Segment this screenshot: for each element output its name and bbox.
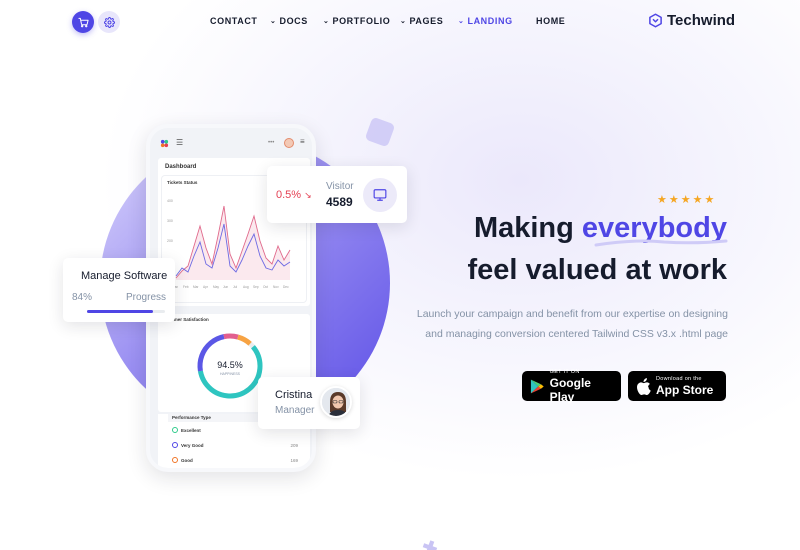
google-play-icon [530,379,544,393]
x-tick: Sep [253,285,259,289]
cart-button[interactable] [72,11,94,33]
dashboard-title: Dashboard [165,164,197,170]
nav-item-contact[interactable]: CONTACT [210,16,258,26]
visitor-change: 0.5% ↘ [276,189,312,201]
brand-name: Techwind [667,12,736,29]
person-name: Cristina [275,389,313,401]
phone-header: ☰ ••• ≡ [158,137,308,151]
menu-icon: ≡ [300,137,305,146]
x-tick: Jul [233,285,237,289]
rating-stars: ★ ★ ★ ★ ★ [657,193,714,206]
progress-bar [87,310,165,313]
app-logo-icon [160,139,169,148]
x-tick: Feb [183,285,189,289]
hero-description: Launch your campaign and benefit from ou… [416,308,728,340]
x-tick: Mar [193,285,199,289]
notification-icon: ••• [268,140,275,146]
chevron-down-icon: ⌄ [458,18,465,25]
hamburger-icon: ☰ [176,138,184,147]
visitor-label: Visitor [326,181,354,192]
person-card: Cristina Manager [258,377,360,429]
progress-label: Progress [125,292,166,303]
nav-item-docs[interactable]: ⌄ DOCS [270,16,308,26]
star-icon: ★ [704,194,715,206]
trend-down-icon: ↘ [304,190,312,200]
visitor-value: 4589 [326,195,353,209]
star-icon: ★ [680,194,691,206]
y-tick: 300 [167,219,173,223]
monitor-icon [373,189,387,201]
x-tick: May [213,285,219,289]
nav-item-portfolio[interactable]: ⌄ PORTFOLIO [323,16,390,26]
nav-item-landing[interactable]: ⌄ LANDING [458,16,513,26]
progress-fill [87,310,153,313]
satisfaction-label: HAPPINESS [220,372,241,376]
google-play-label: GET IT ON Google Play [549,368,591,404]
nav-item-pages[interactable]: ⌄ PAGES [400,16,443,26]
person-role: Manager [275,405,315,416]
visitor-icon-badge [363,178,397,212]
techwind-logo-icon [649,13,662,28]
x-tick: Apr [203,285,209,289]
brand-logo[interactable]: Techwind [648,12,735,29]
chevron-down-icon: ⌄ [323,18,330,25]
x-tick: Oct [263,285,268,289]
y-tick: 200 [167,239,173,243]
list-item: Good 169 [168,456,302,466]
person-photo-icon [322,388,350,416]
star-icon: ★ [692,194,703,206]
manage-title: Manage Software [81,270,168,282]
app-store-label: Download on the App Store [656,375,714,397]
nav-item-home[interactable]: HOME [536,16,565,26]
manage-percent: 84% [72,292,93,303]
x-tick: Nov [273,285,279,289]
visitor-card: 0.5% ↘ Visitor 4589 [267,166,407,223]
app-store-button[interactable]: Download on the App Store [628,371,726,401]
star-icon: ★ [657,194,667,206]
smile-icon [172,427,178,433]
x-tick: Aug [243,285,249,289]
chevron-down-icon: ⌄ [400,18,407,25]
smile-icon [172,457,178,463]
settings-button[interactable] [98,11,120,33]
smile-icon [172,442,178,448]
apple-icon [637,377,651,395]
x-tick: Jun [223,285,228,289]
x-tick: Dec [283,285,289,289]
underline-decoration [594,239,728,247]
google-play-button[interactable]: GET IT ON Google Play [522,368,621,404]
list-item: Very Good 209 [168,441,302,451]
avatar [320,386,352,418]
chevron-down-icon: ⌄ [270,18,277,25]
gear-icon [103,16,115,28]
star-icon: ★ [668,194,679,206]
y-tick: 400 [167,199,173,203]
cart-icon [77,17,89,27]
avatar [284,138,294,148]
hero-title-line2: feel valued at work [467,254,728,286]
manage-software-card: Manage Software 84% Progress [63,258,175,322]
satisfaction-value: 94.5% [217,360,243,370]
